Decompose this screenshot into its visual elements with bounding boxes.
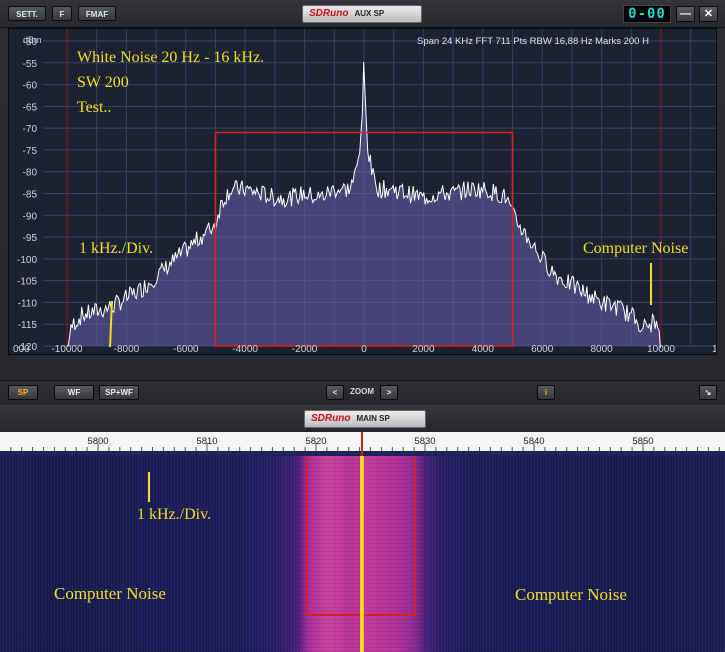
x-tick-label: 2000: [412, 344, 435, 355]
y-tick-label: -60: [23, 81, 38, 92]
sdruno-logo-main: SDRuno: [311, 413, 351, 424]
x-tick-label: 6000: [531, 344, 554, 355]
sp-mode-button[interactable]: SP: [8, 385, 38, 400]
freq-tick-label: 5810: [196, 436, 217, 447]
resize-corner-icon[interactable]: ↘: [699, 385, 717, 400]
x-tick-label: 0: [361, 344, 367, 355]
freq-tick-label: 5820: [305, 436, 326, 447]
zoom-out-button[interactable]: <: [326, 385, 344, 400]
main-title-bar: SDRuno MAIN SP: [0, 405, 725, 433]
noise-annotation-left: Computer Noise: [54, 584, 166, 603]
div-annotation: 1 kHz./Div.: [137, 506, 212, 523]
y-tick-label: -70: [23, 124, 38, 135]
x-tick-label: -10000: [51, 344, 83, 355]
x-tick-label: -4000: [232, 344, 258, 355]
aux-spectrum-window: SETT. F FMAF SDRuno AUX SP 0-00 — ✕ -50 -5…: [0, 0, 725, 406]
y-tick-label: -55: [23, 59, 38, 70]
freq-tick-label: 5850: [632, 436, 653, 447]
y-tick-label: -105: [17, 277, 37, 288]
sp-wf-mode-button[interactable]: SP+WF: [99, 385, 139, 400]
f-button[interactable]: F: [52, 6, 72, 21]
annotation-test: Test..: [77, 99, 111, 116]
y-unit-label: dBm: [23, 35, 42, 45]
main-title-badge: SDRuno MAIN SP: [304, 410, 426, 428]
sdruno-logo: SDRuno: [309, 8, 349, 19]
y-tick-label: -100: [17, 255, 37, 266]
channel-display: 0-00: [623, 5, 671, 23]
y-tick-label: -110: [18, 298, 38, 309]
wf-mode-button[interactable]: WF: [54, 385, 94, 400]
annotation-div: 1 kHz./Div.: [79, 240, 153, 257]
freq-tick-label: 5800: [87, 436, 108, 447]
y-tick-label: -80: [23, 168, 38, 179]
waterfall-display[interactable]: 1 kHz./Div. Computer Noise Computer Nois…: [0, 456, 725, 652]
x-tick-label: -2000: [292, 344, 318, 355]
frequency-ruler: 5800 5810 5820 5830 5840 5850: [0, 432, 725, 456]
annotation-sw: SW 200: [77, 74, 129, 91]
x-tick-label: 000: [13, 344, 30, 355]
y-tick-label: -90: [23, 211, 38, 222]
main-spectrum-window: SDRuno MAIN SP 5800 5810 5820 5830 5840 5850 1…: [0, 405, 725, 652]
freq-tick-label: 5840: [523, 436, 544, 447]
aux-window-title: AUX SP: [354, 9, 385, 18]
aux-title-badge: SDRuno AUX SP: [302, 5, 422, 23]
info-button[interactable]: i: [537, 385, 555, 400]
y-tick-label: -75: [23, 146, 38, 157]
x-tick-label: 10000: [647, 344, 675, 355]
annotation-noise: Computer Noise: [583, 240, 688, 257]
plot-info-header: Span 24 KHz FFT 711 Pts RBW 16,88 Hz Mar…: [417, 36, 649, 47]
x-tick-label: 8000: [590, 344, 613, 355]
spectrum-chart: -50-55-60-65-70-75-80-85-90-95-100-105-1…: [9, 29, 717, 355]
noise-annotation-right: Computer Noise: [515, 585, 627, 604]
main-window-title: MAIN SP: [356, 414, 390, 423]
x-tick-label: 120: [712, 344, 717, 355]
minimize-button[interactable]: —: [676, 6, 695, 22]
y-tick-label: -65: [23, 102, 38, 113]
tuned-frequency-marker: [360, 456, 364, 652]
zoom-in-button[interactable]: >: [380, 385, 398, 400]
sdruno-app: SETT. F FMAF SDRuno AUX SP 0-00 — ✕ -50 -5…: [0, 0, 725, 652]
spectrum-plot[interactable]: -50 -55 -60 -65 -70 -75 -80 -85 -90 -95 -100 -105 -1…: [8, 28, 717, 355]
x-tick-label: -8000: [114, 344, 140, 355]
y-tick-label: -95: [23, 233, 38, 244]
y-tick-label: -85: [23, 190, 38, 201]
div-annotation-line: [148, 472, 150, 502]
y-tick-label: -115: [18, 320, 38, 331]
freq-tick-label: 5830: [414, 436, 435, 447]
fmaf-button[interactable]: FMAF: [78, 6, 116, 21]
aux-toolbar: SP WF SP+WF < ZOOM > i ↘: [0, 380, 725, 406]
annotation-title: White Noise 20 Hz - 16 kHz.: [77, 49, 264, 66]
x-tick-label: 4000: [472, 344, 495, 355]
aux-title-bar: SETT. F FMAF SDRuno AUX SP 0-00 — ✕: [0, 0, 725, 28]
zoom-label: ZOOM: [350, 387, 374, 396]
settings-button[interactable]: SETT.: [8, 6, 46, 21]
close-button[interactable]: ✕: [699, 6, 718, 22]
x-tick-label: -6000: [173, 344, 199, 355]
